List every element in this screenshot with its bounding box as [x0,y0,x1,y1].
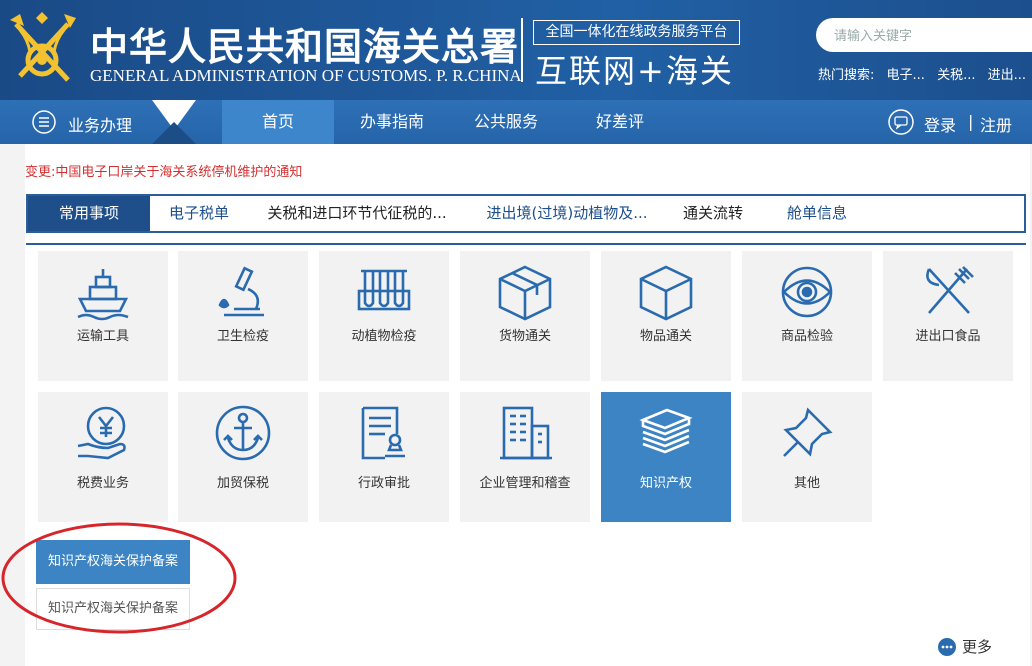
microscope-icon [218,266,264,317]
platform-title: 全国一体化在线政务服务平台 [533,20,740,45]
tile-label: 动植物检疫 [351,329,417,344]
tile-label: 行政审批 [357,476,410,491]
tile-food-import-export[interactable]: 进出口食品 [883,251,1013,381]
eye-icon [781,266,833,318]
nav-notch-decoration [152,100,196,144]
tab-e-tax-bill[interactable]: 电子税单 [164,196,234,231]
anchor-icon [215,405,271,461]
tab-manifest-info[interactable]: 舱单信息 [782,196,852,231]
nav-item-public-service[interactable]: 公共服务 [456,100,556,144]
nav-item-guide[interactable]: 办事指南 [342,100,442,144]
building-icon [500,406,552,460]
tile-label: 运输工具 [76,329,129,344]
tile-health-quarantine[interactable]: 卫生检疫 [178,251,308,381]
tile-goods-clearance[interactable]: 货物通关 [460,251,590,381]
main-nav: 业务办理 首页 办事指南 公共服务 好差评 登录 | 注册 [0,100,1032,144]
tile-label: 货物通关 [498,329,551,344]
search-input[interactable] [816,18,1032,52]
service-tabs: 常用事项 电子税单 关税和进口环节代征税的... 进出境(过境)动植物及... … [26,194,1026,233]
tile-label: 知识产权 [639,476,692,491]
tile-transport[interactable]: 运输工具 [38,251,168,381]
tile-label: 税费业务 [76,476,129,491]
package-cube-icon [639,265,693,321]
site-title-cn: 中华人民共和国海关总署 [90,24,520,69]
ip-submenu: 知识产权海关保护备案 知识产权海关保护备案 [36,540,190,630]
cargo-box-icon [498,265,552,321]
yen-coin-hand-icon [77,406,126,460]
hamburger-menu-icon [32,110,56,134]
tile-label: 进出口食品 [915,329,981,344]
hot-search-label: 热门搜索: [818,68,875,83]
tile-label: 其他 [793,476,820,491]
notice-link[interactable]: 变更:中国电子口岸关于海关系统停机维护的通知 [25,161,302,180]
books-stack-icon [639,408,693,454]
tile-article-clearance[interactable]: 物品通关 [601,251,731,381]
tab-tariff-tax[interactable]: 关税和进口环节代征税的... [260,196,454,231]
nav-item-home[interactable]: 首页 [222,100,334,144]
nav-item-rating[interactable]: 好差评 [570,100,670,144]
tile-enterprise-audit[interactable]: 企业管理和稽查 [460,392,590,522]
login-separator: | [968,112,974,131]
tile-intellectual-property[interactable]: 知识产权 [601,392,731,522]
more-label: 更多 [962,638,993,656]
test-tubes-icon [357,269,411,311]
hot-search-bar: 热门搜索: 电子... 关税... 进出... [818,64,1032,83]
tile-label: 物品通关 [639,329,692,344]
tile-tax-fee[interactable]: 税费业务 [38,392,168,522]
business-menu-label: 业务办理 [68,116,133,135]
platform-subtitle: 互联网+海关 [535,52,734,90]
ship-icon [77,269,129,321]
tile-label: 商品检验 [780,329,833,344]
tile-label: 加贸保税 [216,476,269,491]
hot-search-link[interactable]: 电子... [887,68,925,83]
tile-label: 卫生检疫 [216,329,269,344]
tab-common-items[interactable]: 常用事项 [28,196,150,231]
hot-search-link[interactable]: 进出... [988,68,1026,83]
chat-bubble-icon[interactable] [888,109,914,135]
tile-animal-plant-quarantine[interactable]: 动植物检疫 [319,251,449,381]
site-header: 中华人民共和国海关总署 GENERAL ADMINISTRATION OF CU… [0,0,1032,100]
document-stamp-icon [361,406,405,460]
tile-bonded-processing[interactable]: 加贸保税 [178,392,308,522]
hot-search-link[interactable]: 关税... [937,68,975,83]
fork-knife-icon [926,266,974,314]
submenu-header[interactable]: 知识产权海关保护备案 [36,540,190,584]
customs-emblem-icon [10,12,76,82]
tabs-underline [26,243,1026,245]
header-divider [521,18,523,82]
tile-label: 企业管理和稽查 [479,476,571,491]
submenu-item[interactable]: 知识产权海关保护备案 [36,588,190,630]
tile-admin-approval[interactable]: 行政审批 [319,392,449,522]
tile-commodity-inspection[interactable]: 商品检验 [742,251,872,381]
tab-clearance-flow[interactable]: 通关流转 [678,196,748,231]
tab-animal-plant[interactable]: 进出境(过境)动植物及... [470,196,664,231]
site-title-en: GENERAL ADMINISTRATION OF CUSTOMS. P. R.… [90,66,522,85]
tile-other[interactable]: 其他 [742,392,872,522]
login-link[interactable]: 登录 [924,112,956,136]
more-dots-icon [938,638,956,656]
pushpin-icon [783,407,833,457]
register-link[interactable]: 注册 [980,112,1012,136]
